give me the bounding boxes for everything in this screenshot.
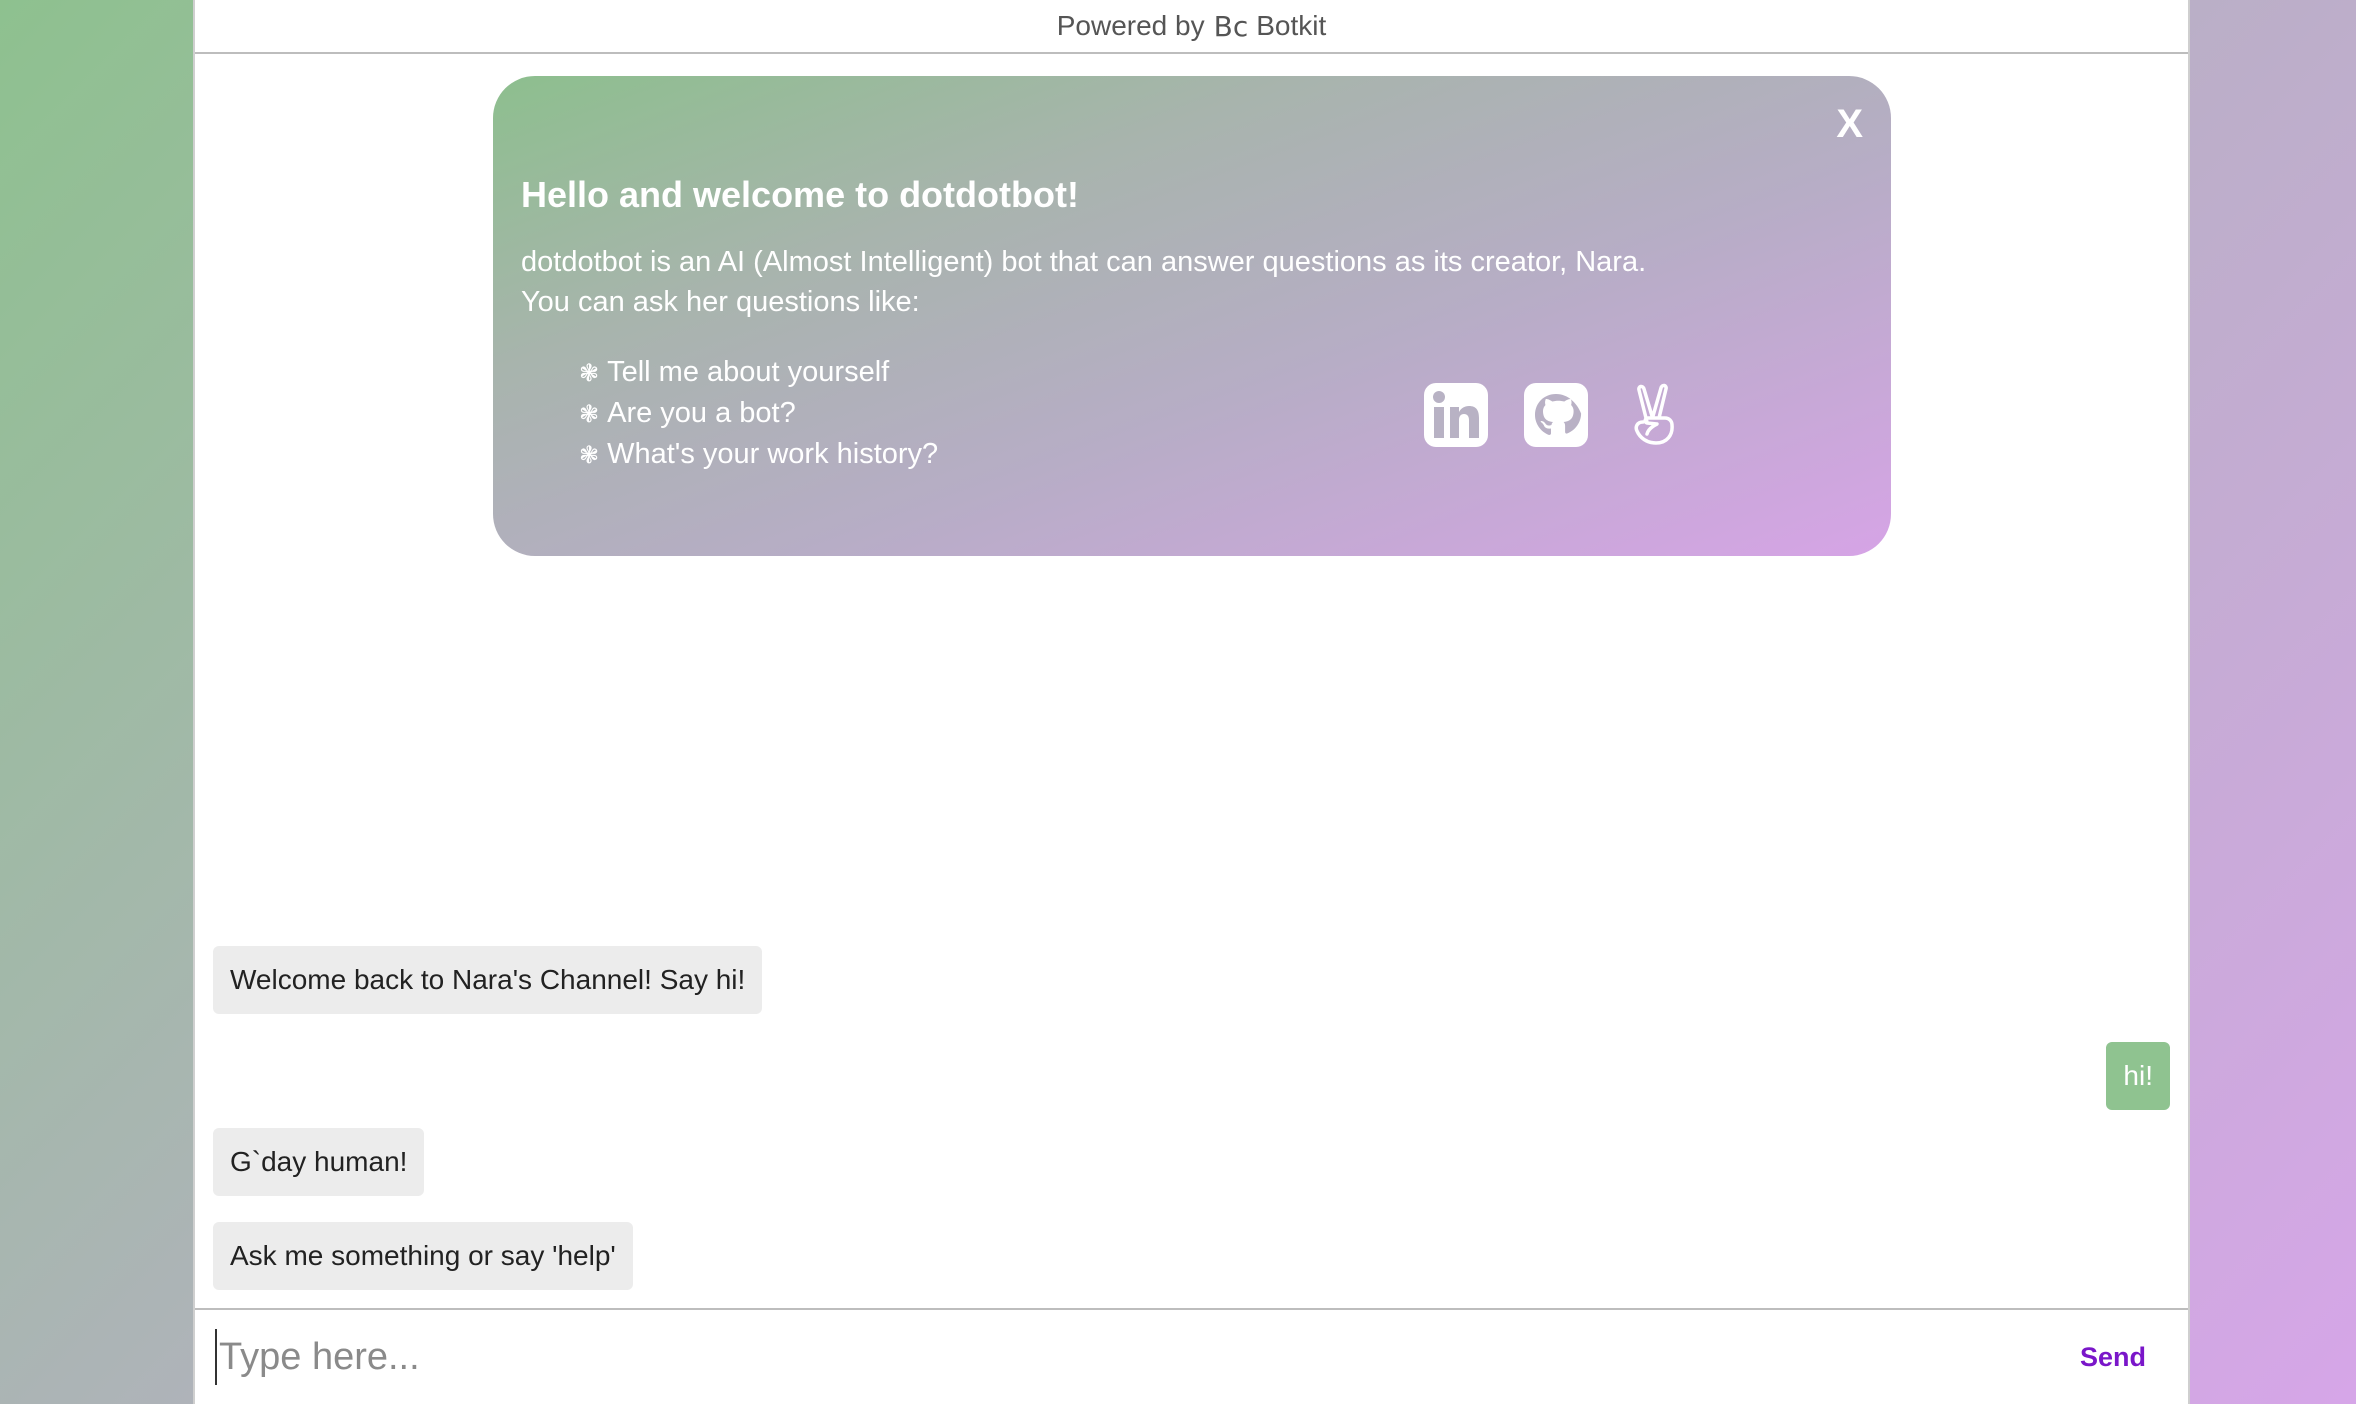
bot-message: G`day human! (213, 1128, 425, 1196)
message-input[interactable] (215, 1329, 2074, 1385)
chat-window: Powered by Bc Botkit X Hello and welcome… (193, 0, 2190, 1404)
bot-message: Ask me something or say 'help' (213, 1222, 633, 1290)
user-message: hi! (2106, 1042, 2170, 1110)
send-button[interactable]: Send (2074, 1341, 2152, 1374)
bot-message: Welcome back to Nara's Channel! Say hi! (213, 946, 763, 1014)
message-composer: Send (195, 1308, 2188, 1404)
message-list: Welcome back to Nara's Channel! Say hi! … (195, 0, 2188, 1404)
